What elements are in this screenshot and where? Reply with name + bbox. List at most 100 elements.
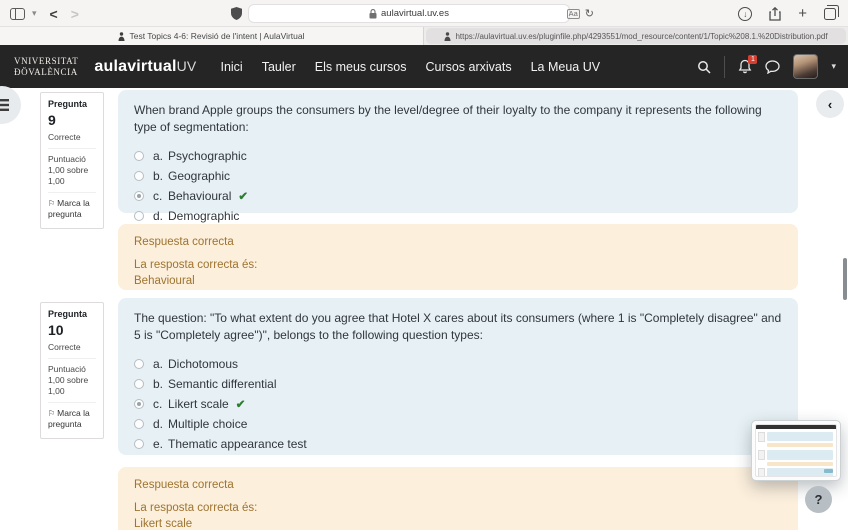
question-9-info-card: Pregunta 9 Correcte Puntuació 1,00 sobre… [40, 92, 104, 229]
tab-title: https://aulavirtual.uv.es/pluginfile.php… [455, 32, 827, 41]
question-10-feedback: Respuesta correcta La resposta correcta … [118, 467, 798, 530]
list-icon [0, 99, 9, 111]
notifications-bell-icon[interactable]: 1 [738, 59, 752, 74]
feedback-answer: Behavioural [134, 273, 782, 289]
radio-icon[interactable] [134, 171, 144, 181]
new-tab-icon[interactable]: + [798, 6, 807, 21]
tab-active-quiz[interactable]: Test Topics 4-6: Revisió de l'intent | A… [0, 27, 424, 45]
nav-item-cursos-arxivats[interactable]: Cursos arxivats [425, 60, 511, 74]
option-label: Demographic [168, 209, 239, 223]
header-divider [724, 56, 725, 78]
radio-icon[interactable] [134, 379, 144, 389]
radio-icon[interactable] [134, 439, 144, 449]
correct-check-icon [231, 189, 248, 203]
help-button[interactable]: ? [805, 486, 832, 513]
nav-item-la-meua-uv[interactable]: La Meua UV [531, 60, 600, 74]
aulavirtual-brand[interactable]: aulavirtualUV [94, 58, 196, 76]
reload-icon[interactable]: ↻ [585, 7, 594, 20]
radio-icon[interactable] [134, 151, 144, 161]
answer-option[interactable]: b. Geographic [134, 170, 782, 182]
preview-side-box [758, 450, 765, 460]
uv-logo-line1: VNIVERSITAT [14, 56, 78, 66]
tab-bar: Test Topics 4-6: Revisió de l'intent | A… [0, 27, 848, 45]
screen-preview-content [755, 424, 837, 477]
option-label: Thematic appearance test [168, 437, 307, 451]
search-icon[interactable] [697, 60, 711, 74]
share-icon[interactable] [769, 7, 781, 21]
option-label: Geographic [168, 169, 230, 183]
answer-option[interactable]: a. Psychographic [134, 150, 782, 162]
forward-button[interactable]: > [71, 7, 79, 21]
brand-text: aulavirtual [94, 58, 176, 75]
answer-option[interactable]: b. Semantic differential [134, 378, 782, 390]
main-nav: Inici Tauler Els meus cursos Cursos arxi… [220, 60, 600, 74]
option-label: Likert scale [168, 397, 229, 411]
aulavirtual-header: VNIVERSITAT ĐÖVALÈNCIA aulavirtualUV Ini… [0, 45, 848, 88]
answer-option-selected[interactable]: c. Behavioural [134, 190, 782, 202]
question-label: Pregunta 10 [48, 309, 96, 339]
back-button[interactable]: < [50, 7, 58, 21]
question-text: When brand Apple groups the consumers by… [134, 102, 782, 137]
downloads-icon[interactable]: ↓ [738, 7, 752, 21]
option-label: Semantic differential [168, 377, 277, 391]
address-bar[interactable]: aulavirtual.uv.es [248, 4, 570, 23]
preview-question-strip [767, 432, 833, 441]
safari-window: ▾ < > aulavirtual.uv.es Aa ↻ ↓ + [0, 0, 848, 530]
question-text: The question: "To what extent do you agr… [134, 310, 782, 345]
question-state: Correcte [48, 132, 96, 143]
answer-option[interactable]: e. Thematic appearance test [134, 438, 782, 450]
correct-check-icon [229, 397, 246, 411]
preview-side-box [758, 468, 765, 477]
answer-option[interactable]: d. Multiple choice [134, 418, 782, 430]
notification-badge: 1 [748, 55, 757, 64]
answer-option-selected[interactable]: c. Likert scale [134, 398, 782, 410]
block-drawer-collapse-button[interactable]: ‹ [816, 90, 844, 118]
question-state: Correcte [48, 342, 96, 353]
question-10-block: The question: "To what extent do you agr… [118, 298, 798, 455]
option-label: Multiple choice [168, 417, 247, 431]
browser-toolbar: ▾ < > aulavirtual.uv.es Aa ↻ ↓ + [0, 0, 848, 27]
question-grade: Puntuació 1,00 sobre 1,00 [48, 358, 96, 397]
preview-side-box [758, 432, 765, 442]
question-9-feedback: Respuesta correcta La resposta correcta … [118, 224, 798, 290]
feedback-lead: La resposta correcta és: [134, 257, 782, 273]
radio-checked-icon[interactable] [134, 399, 144, 409]
option-label: Psychographic [168, 149, 247, 163]
tab-overview-icon[interactable] [824, 8, 836, 20]
radio-icon[interactable] [134, 359, 144, 369]
quiz-index-drawer-button[interactable] [0, 86, 21, 124]
favicon-icon [444, 32, 451, 41]
question-10-info-card: Pregunta 10 Correcte Puntuació 1,00 sobr… [40, 302, 104, 439]
nav-item-tauler[interactable]: Tauler [262, 60, 296, 74]
radio-checked-icon[interactable] [134, 191, 144, 201]
nav-item-els-meus-cursos[interactable]: Els meus cursos [315, 60, 407, 74]
tab-inactive-pdf[interactable]: https://aulavirtual.uv.es/pluginfile.php… [426, 28, 846, 44]
avatar[interactable] [793, 54, 818, 79]
preview-button [824, 469, 833, 473]
nav-item-inici[interactable]: Inici [220, 60, 242, 74]
feedback-title: Respuesta correcta [134, 234, 782, 250]
screen-preview-window[interactable] [751, 420, 841, 481]
user-menu-chevron-icon[interactable]: ▾ [831, 61, 836, 72]
preview-feedback-strip [767, 443, 833, 447]
radio-icon[interactable] [134, 419, 144, 429]
uv-logo[interactable]: VNIVERSITAT ĐÖVALÈNCIA [14, 56, 78, 77]
scrollbar-thumb[interactable] [843, 258, 847, 300]
flag-question-link[interactable]: Marca la pregunta [48, 402, 96, 430]
messages-icon[interactable] [765, 60, 780, 74]
answer-option[interactable]: a. Dichotomous [134, 358, 782, 370]
uv-logo-line2: ĐÖVALÈNCIA [14, 67, 78, 77]
sidebar-toggle-icon[interactable] [10, 8, 25, 20]
tab-group-chevron-icon[interactable]: ▾ [32, 8, 37, 19]
url-text: aulavirtual.uv.es [381, 8, 449, 19]
radio-icon[interactable] [134, 211, 144, 221]
translate-icon[interactable]: Aa [567, 9, 580, 19]
question-9-block: When brand Apple groups the consumers by… [118, 90, 798, 213]
option-label: Dichotomous [168, 357, 238, 371]
privacy-shield-icon[interactable] [231, 7, 242, 20]
answer-option[interactable]: d. Demographic [134, 210, 782, 222]
address-bar-actions: Aa ↻ [567, 4, 594, 23]
favicon-icon [118, 32, 125, 41]
flag-question-link[interactable]: Marca la pregunta [48, 192, 96, 220]
feedback-lead: La resposta correcta és: [134, 500, 782, 516]
